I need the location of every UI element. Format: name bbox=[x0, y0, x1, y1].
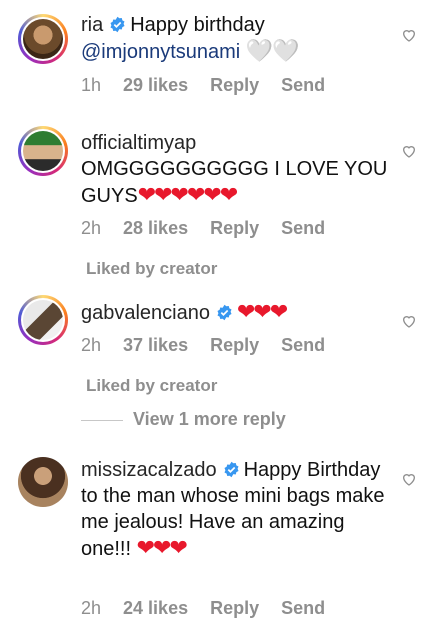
mention-link[interactable]: @imjonnytsunami bbox=[81, 41, 240, 63]
reply-button[interactable]: Reply bbox=[210, 598, 259, 618]
send-button[interactable]: Send bbox=[281, 598, 325, 618]
comment-username[interactable]: officialtimyap bbox=[81, 132, 196, 154]
white-heart-emoji: 🤍🤍 bbox=[245, 37, 300, 63]
avatar-ria[interactable] bbox=[18, 14, 68, 64]
liked-by-creator: Liked by creator bbox=[86, 376, 218, 395]
verified-badge-icon bbox=[217, 304, 232, 321]
red-heart-emoji: ❤❤❤❤❤❤ bbox=[137, 182, 239, 207]
verified-badge-icon bbox=[110, 16, 125, 33]
view-more-replies-label: View 1 more reply bbox=[133, 409, 286, 429]
view-more-replies-button[interactable]: View 1 more reply bbox=[81, 409, 286, 430]
liked-by-creator: Liked by creator bbox=[86, 259, 218, 278]
avatar-officialtimyap[interactable] bbox=[18, 126, 68, 176]
divider-line bbox=[81, 419, 123, 421]
likes-count[interactable]: 37 likes bbox=[123, 335, 188, 355]
red-heart-emoji: ❤❤❤ bbox=[237, 299, 288, 324]
comment-time: 2h bbox=[81, 218, 102, 238]
comment-text: Happy birthday bbox=[130, 14, 265, 36]
likes-count[interactable]: 24 likes bbox=[123, 598, 188, 618]
avatar-gabvalenciano[interactable] bbox=[18, 295, 68, 345]
reply-button[interactable]: Reply bbox=[210, 335, 259, 355]
comment-username[interactable]: ria bbox=[81, 14, 103, 36]
reply-button[interactable]: Reply bbox=[210, 75, 259, 95]
comment-time: 2h bbox=[81, 598, 102, 618]
red-heart-emoji: ❤❤❤ bbox=[136, 535, 188, 560]
heart-outline-icon[interactable] bbox=[401, 27, 417, 43]
comment-time: 2h bbox=[81, 335, 102, 355]
reply-button[interactable]: Reply bbox=[210, 218, 259, 238]
verified-badge-icon bbox=[224, 461, 239, 478]
comment-username[interactable]: missizacalzado bbox=[81, 459, 217, 481]
heart-outline-icon[interactable] bbox=[401, 313, 417, 329]
comment-time: 1h bbox=[81, 75, 102, 95]
likes-count[interactable]: 29 likes bbox=[123, 75, 188, 95]
heart-outline-icon[interactable] bbox=[401, 471, 417, 487]
likes-count[interactable]: 28 likes bbox=[123, 218, 188, 238]
send-button[interactable]: Send bbox=[281, 75, 325, 95]
comment-username[interactable]: gabvalenciano bbox=[81, 302, 210, 324]
send-button[interactable]: Send bbox=[281, 335, 325, 355]
heart-outline-icon[interactable] bbox=[401, 143, 417, 159]
send-button[interactable]: Send bbox=[281, 218, 325, 238]
avatar-missizacalzado[interactable] bbox=[18, 457, 68, 507]
